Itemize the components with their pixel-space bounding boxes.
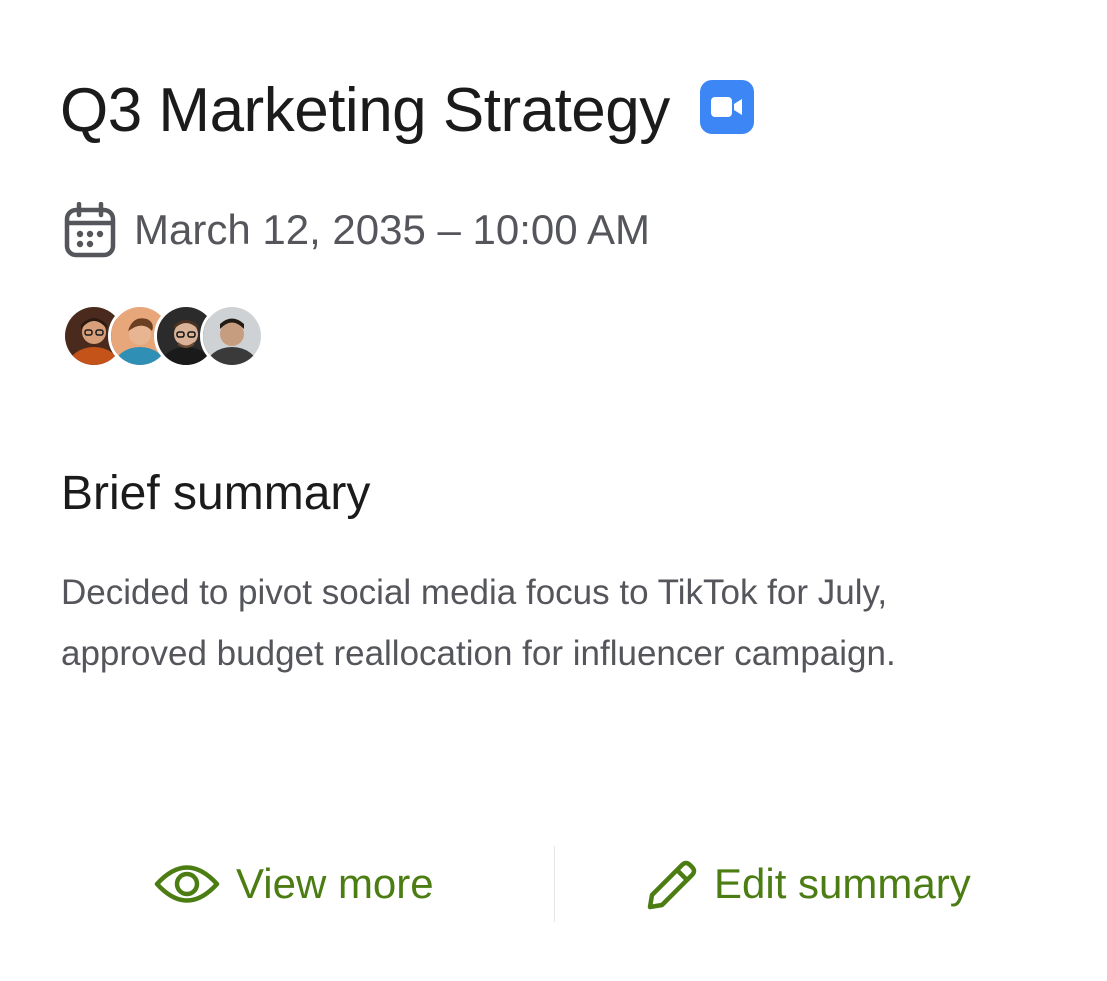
edit-summary-button[interactable]: Edit summary xyxy=(646,846,971,922)
date-row: March 12, 2035 – 10:00 AM xyxy=(62,200,650,260)
video-camera-icon[interactable] xyxy=(699,80,754,134)
meeting-summary-card: Q3 Marketing Strategy March 12, 2035 – 1… xyxy=(0,0,1107,981)
eye-icon xyxy=(154,859,220,909)
title-row: Q3 Marketing Strategy xyxy=(60,72,754,150)
avatar[interactable] xyxy=(200,304,264,368)
meeting-datetime: March 12, 2035 – 10:00 AM xyxy=(134,206,650,253)
summary-text: Decided to pivot social media focus to T… xyxy=(61,573,896,673)
pencil-icon xyxy=(646,857,698,911)
calendar-icon xyxy=(62,200,118,260)
view-more-label: View more xyxy=(236,860,434,907)
summary-heading: Brief summary xyxy=(61,467,371,520)
card-actions: View more Edit summary xyxy=(0,846,1107,922)
attendee-avatars[interactable] xyxy=(62,304,264,368)
meeting-title: Q3 Marketing Strategy xyxy=(60,76,670,145)
actions-divider xyxy=(554,846,555,922)
view-more-button[interactable]: View more xyxy=(154,846,434,922)
edit-summary-label: Edit summary xyxy=(714,860,971,907)
